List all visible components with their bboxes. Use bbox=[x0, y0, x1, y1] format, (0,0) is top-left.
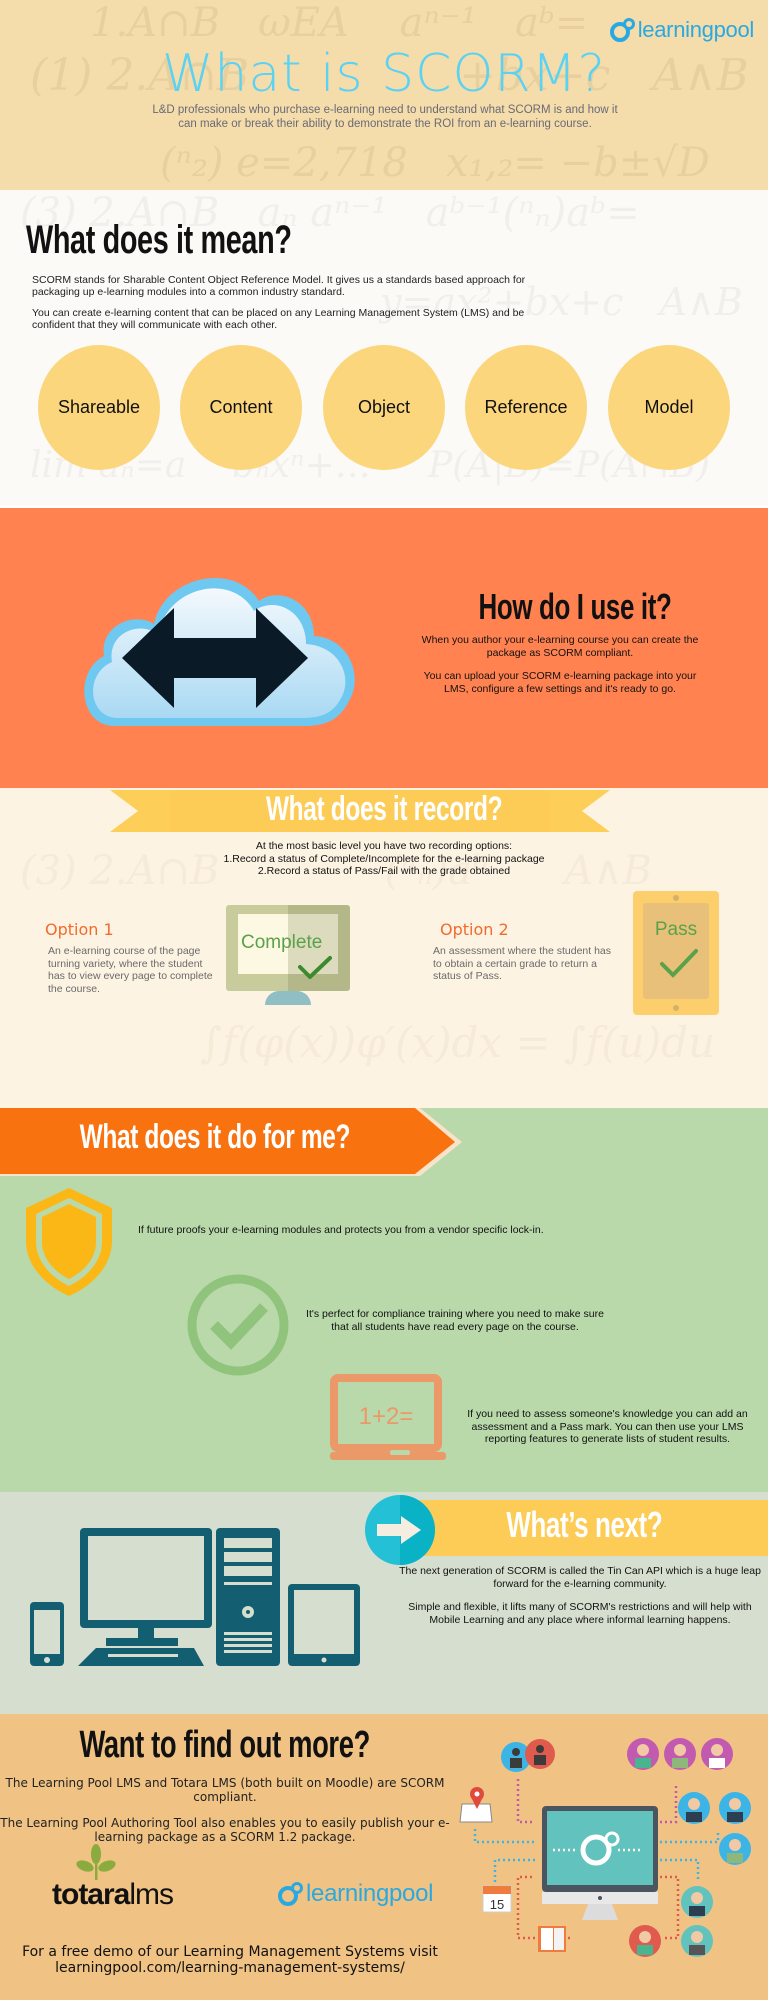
pass-tablet-icon: Pass bbox=[633, 891, 719, 1015]
shield-icon bbox=[26, 1188, 112, 1296]
next-paragraph: Simple and flexible, it lifts many of SC… bbox=[408, 1601, 752, 1626]
how-section: How do I use it? When you author your e-… bbox=[0, 508, 768, 788]
tower-icon bbox=[216, 1528, 280, 1666]
option-1-text: An e-learning course of the page turning… bbox=[48, 945, 213, 995]
meaning-title: What does it mean? bbox=[26, 218, 292, 262]
record-intro-line: 1.Record a status of Complete/Incomplete… bbox=[223, 852, 545, 865]
meaning-paragraph: SCORM stands for Sharable Content Object… bbox=[32, 274, 526, 298]
benefit-text: It's perfect for compliance training whe… bbox=[306, 1308, 604, 1333]
logo-text: learningpool bbox=[637, 17, 755, 42]
page-subtitle: L&D professionals who purchase e-learnin… bbox=[152, 104, 618, 130]
logo-text: learningpool bbox=[306, 1880, 434, 1907]
complete-monitor-icon: Complete bbox=[226, 905, 350, 991]
check-icon bbox=[660, 949, 698, 978]
totara-leaf-icon bbox=[76, 1844, 116, 1880]
benefit-text: If you need to assess someone's knowledg… bbox=[467, 1408, 748, 1445]
record-intro-line: At the most basic level you have two rec… bbox=[255, 840, 513, 852]
meaning-title-wrap: What does it mean? bbox=[26, 218, 395, 263]
phone-icon bbox=[30, 1602, 64, 1666]
check-icon bbox=[298, 956, 332, 979]
how-paragraph: When you author your e-learning course y… bbox=[421, 634, 699, 659]
complete-badge: Complete bbox=[241, 932, 323, 953]
learningpool-logo[interactable]: learningpool bbox=[609, 17, 755, 43]
acronym-circles: Shareable Content Object Reference Model bbox=[38, 345, 738, 470]
devices-icon bbox=[30, 1528, 360, 1666]
meaning-text: SCORM stands for Sharable Content Object… bbox=[32, 274, 552, 340]
record-intro-line: 2.Record a status of Pass/Fail with the … bbox=[257, 865, 511, 877]
learningpool-logo-icon bbox=[609, 18, 636, 42]
how-title-wrap: How do I use it? bbox=[410, 586, 740, 628]
pass-badge: Pass bbox=[654, 919, 698, 940]
next-section: What’s next? The next generation of SCOR… bbox=[0, 1492, 768, 1714]
benefit-text: If future proofs your e-learning modules… bbox=[138, 1224, 544, 1236]
learningpool-logo[interactable]: learningpool bbox=[278, 1880, 433, 1908]
acronym-circle-model: Model bbox=[608, 345, 730, 470]
benefits-title: What does it do for me? bbox=[79, 1118, 351, 1156]
demo-text: For a free demo of our Learning Manageme… bbox=[20, 1944, 440, 1976]
cloud-transfer-icon bbox=[84, 577, 355, 726]
demo-link[interactable]: learningpool.com/learning-management-sys… bbox=[55, 1960, 405, 1976]
acronym-circle-object: Object bbox=[323, 345, 445, 470]
check-circle-icon bbox=[187, 1274, 289, 1376]
totara-lms-logo[interactable]: totaralms bbox=[52, 1844, 182, 1914]
monitor-stand bbox=[265, 991, 311, 1005]
tablet-icon bbox=[288, 1584, 360, 1666]
network-monitor bbox=[542, 1806, 658, 1920]
acronym-circle-reference: Reference bbox=[465, 345, 587, 470]
desktop-monitor-icon bbox=[78, 1528, 212, 1666]
record-title: What does it record? bbox=[265, 790, 503, 828]
option-2-title: Option 2 bbox=[440, 920, 509, 939]
background-math-decoration: ∫f(φ(x))φ′(x)dx = ∫f(u)du bbox=[200, 1018, 716, 1067]
learningpool-logo-icon bbox=[278, 1882, 304, 1906]
laptop-icon: 1+2= bbox=[330, 1374, 446, 1460]
page-title: What is SCORM? bbox=[161, 44, 607, 104]
next-text: The next generation of SCORM is called t… bbox=[395, 1565, 765, 1637]
more-paragraph: The Learning Pool Authoring Tool also en… bbox=[0, 1816, 450, 1844]
background-math-decoration: (ⁿ₂) e=2,718 x₁,₂= −b±√D bbox=[160, 140, 710, 186]
totara-wordmark: totaralms bbox=[52, 1878, 174, 1911]
how-paragraph: You can upload your SCORM e-learning pac… bbox=[423, 670, 697, 695]
laptop-equation: 1+2= bbox=[359, 1403, 414, 1430]
calendar-day: 15 bbox=[490, 1897, 504, 1912]
book-icon bbox=[538, 1926, 566, 1952]
meaning-section: (3) 2.A∩B aₙ aⁿ⁻¹ aᵇ⁻¹(ⁿₙ)aᵇ= y=ax²+bx+c… bbox=[0, 190, 768, 506]
next-title-wrap: What’s next? bbox=[400, 1504, 768, 1546]
how-text: When you author your e-learning course y… bbox=[410, 634, 710, 706]
next-paragraph: The next generation of SCORM is called t… bbox=[399, 1565, 761, 1590]
record-intro: At the most basic level you have two rec… bbox=[0, 840, 768, 878]
map-pin-icon bbox=[459, 1787, 493, 1823]
meaning-paragraph: You can create e-learning content that c… bbox=[32, 307, 525, 331]
benefits-section: What does it do for me? If future proofs… bbox=[0, 1108, 768, 1492]
how-title: How do I use it? bbox=[478, 586, 672, 627]
next-title: What’s next? bbox=[505, 1504, 663, 1545]
more-title: Want to find out more? bbox=[79, 1724, 371, 1766]
record-section: (3) 2.A∩B (ⁿₙ)aᵇ A∧B ∫f(φ(x))φ′(x)dx = ∫… bbox=[0, 788, 768, 1108]
acronym-circle-shareable: Shareable bbox=[38, 345, 160, 470]
benefits-title-wrap: What does it do for me? bbox=[0, 1118, 430, 1157]
more-section: Want to find out more? The Learning Pool… bbox=[0, 1714, 768, 2000]
option-1-title: Option 1 bbox=[45, 920, 114, 939]
demo-line: For a free demo of our Learning Manageme… bbox=[22, 1944, 438, 1960]
calendar-icon: 15 bbox=[482, 1885, 512, 1913]
header-section: 1.A∩B ωEA aⁿ⁻¹ aᵇ= (1) 2.A∩B +bx+c A∧B (… bbox=[0, 0, 768, 190]
option-2-text: An assessment where the student has to o… bbox=[433, 945, 612, 982]
acronym-circle-content: Content bbox=[180, 345, 302, 470]
background-math-decoration: 1.A∩B ωEA aⁿ⁻¹ aᵇ= bbox=[90, 0, 589, 46]
record-title-wrap: What does it record? bbox=[0, 790, 768, 829]
lms-network-illustration: 15 bbox=[459, 1738, 751, 1957]
more-paragraph: The Learning Pool LMS and Totara LMS (bo… bbox=[5, 1776, 445, 1804]
more-title-wrap: Want to find out more? bbox=[0, 1724, 450, 1767]
